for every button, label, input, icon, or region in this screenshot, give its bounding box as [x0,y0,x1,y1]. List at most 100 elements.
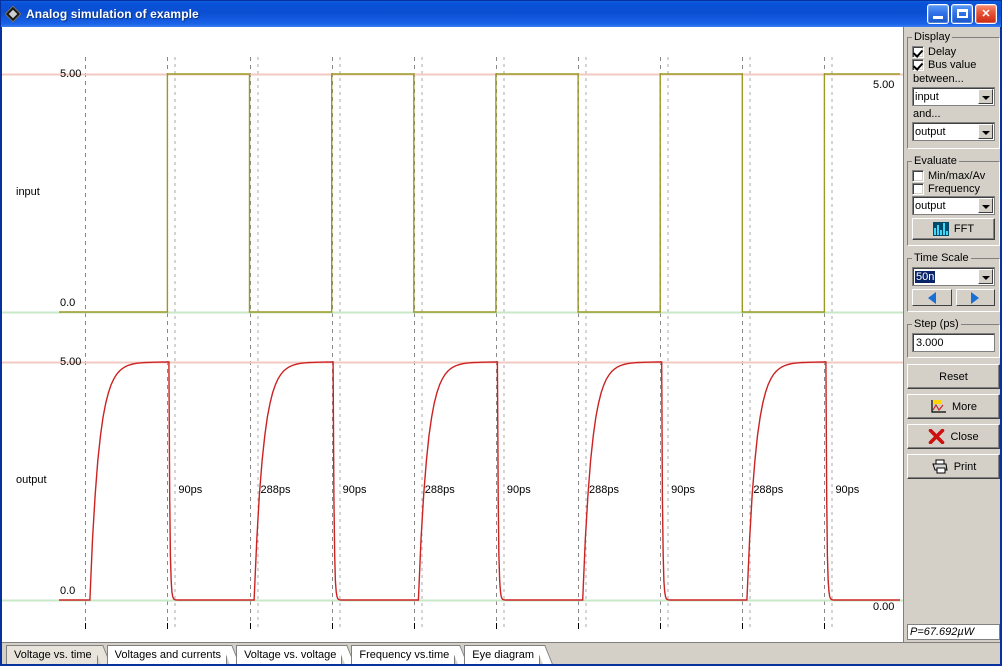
minmax-checkbox[interactable] [912,170,924,182]
evaluate-group-legend: Evaluate [914,155,957,167]
reset-label: Reset [939,370,968,383]
power-status: P=67.692µW [907,624,1000,640]
between-signal-select[interactable]: input [912,87,995,106]
chevron-down-icon[interactable] [978,269,993,284]
minmax-label: Min/max/Av [928,170,986,182]
time-scale-stepper [912,289,995,306]
bus-value-label: Bus value [928,59,977,71]
triangle-left-icon [927,291,936,304]
input-right-value-label: 5.00 [873,79,895,91]
time-scale-group: Time Scale 50n [907,252,1000,312]
step-group: Step (ps) 3.000 [907,318,1000,358]
time-scale-legend: Time Scale [914,252,969,264]
delay-annotation: 90ps [671,484,696,496]
delay-annotation: 288ps [260,484,291,496]
evaluate-signal-select[interactable]: output [912,196,995,215]
bar-chart-icon [932,222,949,236]
app-diamond-icon [4,5,22,23]
body-row: input5.000.0output5.000.05.000.000.05.01… [2,27,1000,642]
window-title: Analog simulation of example [26,7,199,21]
control-sidebar: Display Delay Bus value between... input [904,27,1000,642]
grid-lines [85,57,833,627]
fft-button[interactable]: FFT [912,218,995,240]
bus-value-checkbox-row[interactable]: Bus value [912,59,995,71]
panel-label-output: output [16,474,47,486]
tab-frequency-vs-time[interactable]: Frequency vs.time [351,645,469,664]
delay-annotation: 90ps [342,484,367,496]
chart-icon [931,400,946,413]
between-label: between... [913,73,964,85]
tab-eye-diagram[interactable]: Eye diagram [464,645,553,664]
signal-traces [59,73,900,601]
delay-checkbox[interactable] [912,46,924,58]
minimize-button[interactable] [927,4,949,24]
tab-voltage-vs-voltage[interactable]: Voltage vs. voltage [236,645,356,664]
step-legend: Step (ps) [914,318,959,330]
input-trace [59,73,900,313]
axis-ticks [85,623,825,629]
tab-voltages-and-currents[interactable]: Voltages and currents [106,645,240,664]
step-input[interactable]: 3.000 [912,333,995,352]
display-group: Display Delay Bus value between... input [907,31,1000,149]
triangle-right-icon [971,291,980,304]
chevron-down-icon[interactable] [978,89,993,104]
between-signal-value: input [915,90,939,103]
print-button[interactable]: Print [907,454,1000,479]
more-button[interactable]: More [907,394,1000,419]
time-scale-next-button[interactable] [955,289,995,306]
frequency-checkbox-row[interactable]: Frequency [912,183,995,195]
tab-label: Voltages and currents [114,649,222,661]
tab-bar: Voltage vs. time Voltages and currents Vol… [2,642,1000,664]
red-x-icon [929,429,945,444]
bus-value-checkbox[interactable] [912,59,924,71]
minmax-checkbox-row[interactable]: Min/max/Av [912,170,995,182]
close-window-button[interactable]: ✕ [975,4,997,24]
delay-annotation: 288ps [424,484,455,496]
evaluate-signal-value: output [915,199,946,212]
client-area: input5.000.0output5.000.05.000.000.05.01… [1,27,1001,665]
maximize-button[interactable] [951,4,973,24]
delay-annotation: 90ps [835,484,860,496]
display-group-legend: Display [914,31,951,43]
and-signal-select[interactable]: output [912,122,995,141]
delay-annotation: 288ps [753,484,784,496]
frequency-checkbox[interactable] [912,183,924,195]
tab-voltage-vs-time[interactable]: Voltage vs. time [6,645,111,664]
delay-annotation: 90ps [178,484,203,496]
evaluate-group: Evaluate Min/max/Av Frequency output FFT [907,155,1000,246]
plot-canvas [2,57,903,629]
window-controls: ✕ [927,4,999,24]
more-label: More [951,400,978,413]
chevron-down-icon[interactable] [978,124,993,139]
waveform-plot[interactable]: input5.000.0output5.000.05.000.000.05.01… [2,27,904,642]
close-button[interactable]: Close [907,424,1000,449]
output-trace [59,361,900,601]
delay-annotation: 288ps [589,484,620,496]
print-label: Print [953,460,977,473]
reset-button[interactable]: Reset [907,364,1000,389]
tab-slant [535,645,553,664]
application-window: Analog simulation of example ✕ input 5.00… [0,0,1002,666]
y-max-label-input: 5.00 [60,68,82,80]
fft-label: FFT [953,223,975,235]
title-bar[interactable]: Analog simulation of example ✕ [1,1,1001,27]
time-scale-select[interactable]: 50n [912,267,995,286]
and-label: and... [913,108,941,120]
delay-checkbox-row[interactable]: Delay [912,46,995,58]
chevron-down-icon[interactable] [978,198,993,213]
frequency-label: Frequency [928,183,980,195]
y-min-label-output: 0.0 [60,585,76,597]
output-right-value-label: 0.00 [873,601,895,613]
tab-label: Frequency vs.time [359,649,450,661]
reference-lines [2,73,903,602]
panel-label-input: input [16,186,40,198]
time-scale-prev-button[interactable] [912,289,952,306]
tab-label: Voltage vs. time [14,649,92,661]
tab-label: Voltage vs. voltage [244,649,337,661]
y-max-label-output: 5.00 [60,356,82,368]
time-scale-value: 50n [915,270,936,283]
and-signal-value: output [915,125,946,138]
tab-label: Eye diagram [472,649,535,661]
close-label: Close [950,430,979,443]
printer-icon [931,459,948,474]
